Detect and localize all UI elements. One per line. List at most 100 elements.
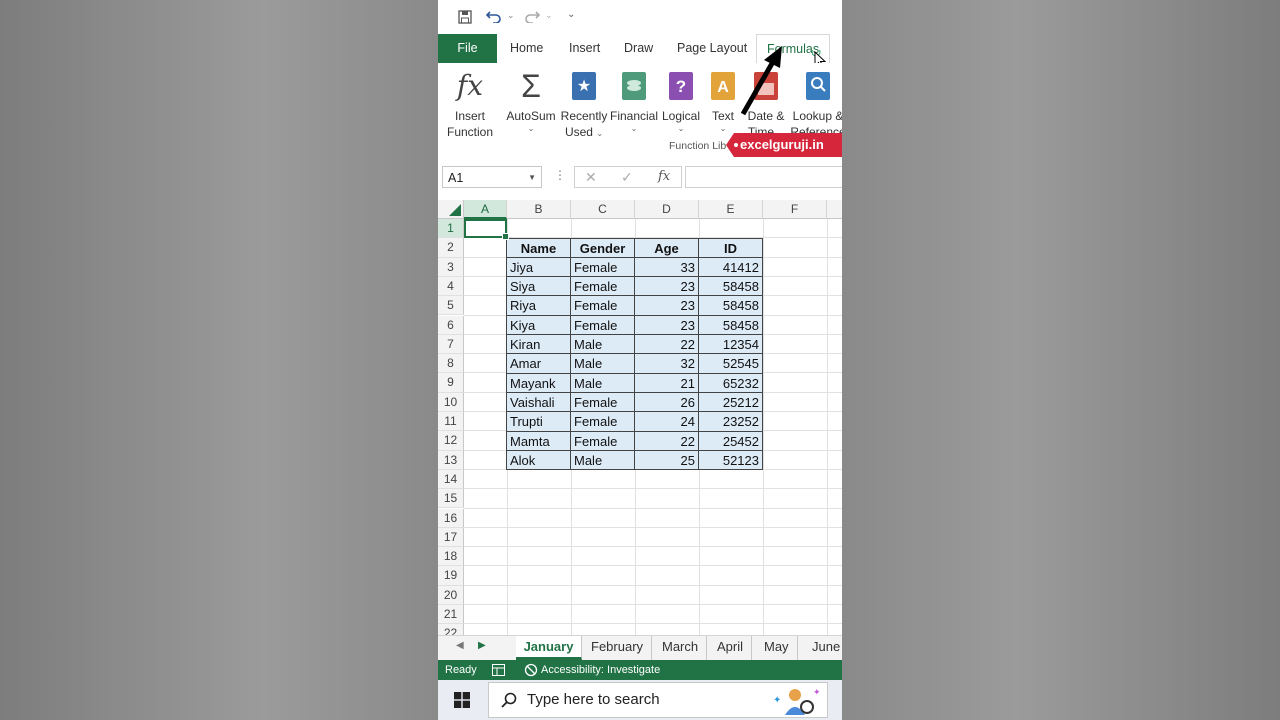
column-header-e[interactable]: E — [699, 200, 763, 219]
table-cell-name[interactable]: Alok — [507, 450, 571, 471]
row-header-15[interactable]: 15 — [438, 489, 464, 509]
row-header-1[interactable]: 1 — [438, 219, 464, 239]
row-header-18[interactable]: 18 — [438, 547, 464, 567]
lookup-reference-button[interactable]: Lookup & Reference — [790, 68, 842, 140]
chevron-down-icon[interactable]: ⌄ — [545, 10, 553, 21]
table-cell-age[interactable]: 23 — [635, 296, 699, 316]
table-cell-age[interactable]: 22 — [635, 335, 699, 355]
taskbar-search-box[interactable]: Type here to search ✦ ✦ — [488, 682, 828, 718]
table-cell-gender[interactable]: Female — [571, 296, 635, 316]
table-cell-id[interactable]: 58458 — [699, 296, 763, 316]
row-header-8[interactable]: 8 — [438, 354, 464, 374]
row-header-13[interactable]: 13 — [438, 450, 464, 470]
sheet-tab-january[interactable]: January — [516, 636, 582, 660]
table-cell-age[interactable]: 21 — [635, 373, 699, 393]
table-cell-gender[interactable]: Female — [571, 315, 635, 336]
row-header-7[interactable]: 7 — [438, 334, 464, 355]
table-cell-name[interactable]: Amar — [507, 354, 571, 374]
row-header-6[interactable]: 6 — [438, 315, 464, 335]
row-header-21[interactable]: 21 — [438, 605, 464, 625]
table-cell-age[interactable]: 23 — [635, 277, 699, 297]
row-header-22[interactable]: 22 — [438, 624, 464, 635]
tab-file[interactable]: File — [438, 34, 497, 63]
financial-button[interactable]: Financial ⌄ — [610, 68, 658, 133]
column-header-c[interactable]: C — [571, 200, 635, 219]
select-all-button[interactable] — [438, 200, 464, 219]
tab-draw[interactable]: Draw — [624, 34, 653, 63]
redo-icon[interactable] — [524, 9, 540, 23]
row-header-19[interactable]: 19 — [438, 566, 464, 586]
row-header-3[interactable]: 3 — [438, 257, 464, 277]
row-header-5[interactable]: 5 — [438, 296, 464, 316]
table-cell-age[interactable]: 33 — [635, 257, 699, 278]
row-header-12[interactable]: 12 — [438, 431, 464, 451]
table-cell-id[interactable]: 52545 — [699, 354, 763, 374]
table-cell-id[interactable]: 25212 — [699, 392, 763, 413]
column-header-a[interactable]: A — [464, 200, 507, 219]
table-cell-gender[interactable]: Female — [571, 257, 635, 278]
scroll-left-icon[interactable]: ◀ — [456, 640, 464, 651]
worksheet-grid[interactable]: A B C D E F 1 2 3 4 5 6 7 8 9 10 11 12 13 14 15 16 17 18 1… — [438, 198, 842, 635]
table-cell-gender[interactable]: Female — [571, 277, 635, 297]
sheet-tab-april[interactable]: April — [709, 636, 753, 660]
chevron-down-icon[interactable]: ▼ — [528, 167, 536, 189]
table-cell-id[interactable]: 52123 — [699, 450, 763, 471]
row-header-2[interactable]: 2 — [438, 238, 464, 258]
tab-insert[interactable]: Insert — [569, 34, 600, 63]
active-cell-a1[interactable] — [464, 219, 509, 241]
table-cell-name[interactable]: Kiran — [507, 335, 571, 355]
table-header-name[interactable]: Name — [507, 238, 571, 258]
sheet-stats-icon[interactable] — [492, 664, 505, 676]
table-cell-age[interactable]: 22 — [635, 431, 699, 451]
windows-logo-icon[interactable] — [454, 692, 470, 708]
table-cell-gender[interactable]: Female — [571, 412, 635, 432]
table-cell-gender[interactable]: Male — [571, 354, 635, 374]
table-cell-name[interactable]: Trupti — [507, 412, 571, 432]
table-header-age[interactable]: Age — [635, 238, 699, 258]
sheet-tab-may[interactable]: May — [756, 636, 798, 660]
table-cell-name[interactable]: Siya — [507, 277, 571, 297]
tab-home[interactable]: Home — [510, 34, 543, 63]
scroll-right-icon[interactable]: ▶ — [478, 640, 486, 651]
sheet-tab-june[interactable]: June — [804, 636, 842, 660]
enter-icon[interactable]: ✓ — [621, 169, 633, 186]
table-cell-name[interactable]: Mamta — [507, 431, 571, 451]
accessibility-icon[interactable] — [524, 663, 538, 677]
undo-icon[interactable] — [486, 9, 502, 23]
table-cell-name[interactable]: Mayank — [507, 373, 571, 393]
table-cell-age[interactable]: 24 — [635, 412, 699, 432]
more-options-icon[interactable]: ⋮ — [554, 168, 566, 182]
table-cell-age[interactable]: 23 — [635, 315, 699, 336]
row-header-14[interactable]: 14 — [438, 469, 464, 490]
row-header-20[interactable]: 20 — [438, 585, 464, 605]
table-header-id[interactable]: ID — [699, 238, 763, 258]
table-cell-id[interactable]: 65232 — [699, 373, 763, 393]
customize-icon[interactable]: ⌄ — [567, 9, 575, 20]
row-header-17[interactable]: 17 — [438, 527, 464, 548]
table-cell-name[interactable]: Kiya — [507, 315, 571, 336]
table-cell-id[interactable]: 12354 — [699, 335, 763, 355]
table-cell-id[interactable]: 58458 — [699, 277, 763, 297]
table-cell-age[interactable]: 26 — [635, 392, 699, 413]
table-cell-name[interactable]: Jiya — [507, 257, 571, 278]
column-header-d[interactable]: D — [635, 200, 699, 219]
insert-function-button[interactable]: fx Insert Function — [442, 68, 498, 140]
formula-input[interactable] — [685, 166, 842, 188]
row-header-4[interactable]: 4 — [438, 276, 464, 297]
table-header-gender[interactable]: Gender — [571, 238, 635, 258]
cancel-icon[interactable]: ✕ — [585, 169, 597, 186]
table-cell-id[interactable]: 23252 — [699, 412, 763, 432]
table-cell-gender[interactable]: Female — [571, 392, 635, 413]
row-header-16[interactable]: 16 — [438, 508, 464, 528]
table-cell-id[interactable]: 25452 — [699, 431, 763, 451]
table-cell-name[interactable]: Riya — [507, 296, 571, 316]
name-box[interactable]: A1 ▼ — [442, 166, 542, 188]
table-cell-age[interactable]: 32 — [635, 354, 699, 374]
table-cell-name[interactable]: Vaishali — [507, 392, 571, 413]
insert-function-icon[interactable]: fx — [658, 169, 670, 184]
table-cell-age[interactable]: 25 — [635, 450, 699, 471]
column-header-f[interactable]: F — [763, 200, 827, 219]
sheet-tab-february[interactable]: February — [583, 636, 653, 660]
sheet-tab-march[interactable]: March — [654, 636, 708, 660]
text-button[interactable]: A Text ⌄ — [706, 68, 740, 133]
